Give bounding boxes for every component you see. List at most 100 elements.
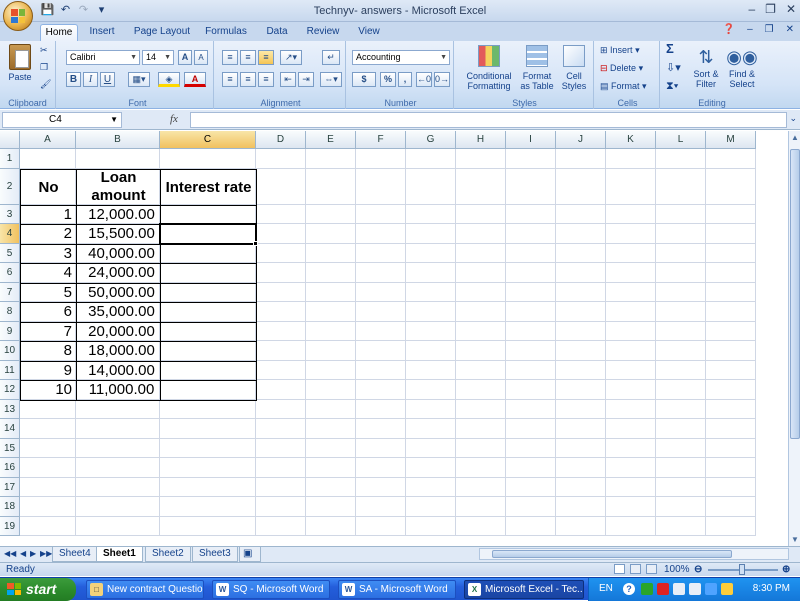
cell-m4[interactable] [706,224,756,244]
cell-f10[interactable] [356,341,406,361]
cell-i19[interactable] [506,516,556,536]
cell-k8[interactable] [606,302,656,322]
column-header-b[interactable]: B [76,131,160,149]
cell-j10[interactable] [556,341,606,361]
cell-b15[interactable] [76,438,160,458]
column-header-m[interactable]: M [706,131,756,149]
cell-m1[interactable] [706,149,756,169]
cell-g11[interactable] [406,360,456,380]
cell-l5[interactable] [656,243,706,263]
table-row-interest-rate[interactable] [160,224,257,245]
cell-g6[interactable] [406,263,456,283]
row-header-10[interactable]: 10 [0,341,20,361]
table-row-interest-rate[interactable] [160,263,257,284]
cell-j11[interactable] [556,360,606,380]
task-excel[interactable]: X Microsoft Excel - Tec... [464,580,584,599]
cell-k14[interactable] [606,419,656,439]
cell-c16[interactable] [160,458,256,478]
align-center-icon[interactable]: ≡ [240,72,256,87]
tray-app-icon[interactable] [641,583,653,595]
row-header-15[interactable]: 15 [0,438,20,458]
align-bottom-icon[interactable]: ≡ [258,50,274,65]
cell-a16[interactable] [20,458,76,478]
cell-k1[interactable] [606,149,656,169]
tab-data[interactable]: Data [260,24,294,41]
cell-g1[interactable] [406,149,456,169]
cell-i6[interactable] [506,263,556,283]
bold-button[interactable]: B [66,72,81,87]
cell-h14[interactable] [456,419,506,439]
wrap-text-icon[interactable]: ↵ [322,50,340,65]
italic-button[interactable]: I [83,72,98,87]
table-row-loan-amount[interactable]: 11,000.00 [76,380,161,401]
table-row-loan-amount[interactable]: 20,000.00 [76,321,161,342]
cell-l6[interactable] [656,263,706,283]
table-row-loan-amount[interactable]: 50,000.00 [76,282,161,303]
cell-l10[interactable] [656,341,706,361]
volume-tray-icon[interactable] [721,583,733,595]
cell-e19[interactable] [306,516,356,536]
zoom-level[interactable]: 100% [664,563,690,576]
cell-d10[interactable] [256,341,306,361]
percent-button[interactable]: % [380,72,396,87]
cell-m16[interactable] [706,458,756,478]
cell-m5[interactable] [706,243,756,263]
row-header-13[interactable]: 13 [0,399,20,419]
cell-h8[interactable] [456,302,506,322]
cell-a18[interactable] [20,497,76,517]
cell-l2[interactable] [656,168,706,205]
cell-l16[interactable] [656,458,706,478]
cell-d4[interactable] [256,224,306,244]
cell-f5[interactable] [356,243,406,263]
cell-i13[interactable] [506,399,556,419]
task-new-contract[interactable]: □ New contract Questio... [86,580,204,599]
cell-k19[interactable] [606,516,656,536]
sheet-tab-sheet1[interactable]: Sheet1 [96,547,143,562]
cell-k16[interactable] [606,458,656,478]
cell-l3[interactable] [656,204,706,224]
font-color-icon[interactable]: A [184,72,206,87]
cell-i9[interactable] [506,321,556,341]
table-row-no[interactable]: 8 [20,341,77,362]
cell-f17[interactable] [356,477,406,497]
cell-c13[interactable] [160,399,256,419]
cell-a17[interactable] [20,477,76,497]
table-row-loan-amount[interactable]: 18,000.00 [76,341,161,362]
format-cells-button[interactable]: ▤ Format ▾ [600,81,647,91]
table-row-interest-rate[interactable] [160,243,257,264]
cell-k17[interactable] [606,477,656,497]
cell-l1[interactable] [656,149,706,169]
cell-g2[interactable] [406,168,456,205]
currency-button[interactable]: $ [352,72,376,87]
conditional-formatting-button[interactable]: Conditional Formatting [460,45,518,91]
cell-d2[interactable] [256,168,306,205]
tray-app-icon-2[interactable] [689,583,701,595]
cell-e15[interactable] [306,438,356,458]
minimize-icon[interactable]: – [748,2,755,16]
sheet-tab-sheet4[interactable]: Sheet4 [52,547,98,562]
cell-j15[interactable] [556,438,606,458]
vertical-scrollbar[interactable]: ▲ ▼ [788,131,800,546]
cell-d19[interactable] [256,516,306,536]
cell-f2[interactable] [356,168,406,205]
cell-d1[interactable] [256,149,306,169]
cell-g10[interactable] [406,341,456,361]
cell-k4[interactable] [606,224,656,244]
table-row-loan-amount[interactable]: 15,500.00 [76,224,161,245]
cell-j2[interactable] [556,168,606,205]
cell-l19[interactable] [656,516,706,536]
row-header-7[interactable]: 7 [0,282,20,302]
cell-b17[interactable] [76,477,160,497]
cell-i3[interactable] [506,204,556,224]
cell-d3[interactable] [256,204,306,224]
cell-g17[interactable] [406,477,456,497]
ribbon-minimize-icon[interactable]: – [747,24,753,35]
cell-f3[interactable] [356,204,406,224]
cell-j5[interactable] [556,243,606,263]
cell-i2[interactable] [506,168,556,205]
cell-d13[interactable] [256,399,306,419]
cell-h13[interactable] [456,399,506,419]
cell-h10[interactable] [456,341,506,361]
cell-i12[interactable] [506,380,556,400]
help-icon[interactable]: ❓ [723,24,735,35]
